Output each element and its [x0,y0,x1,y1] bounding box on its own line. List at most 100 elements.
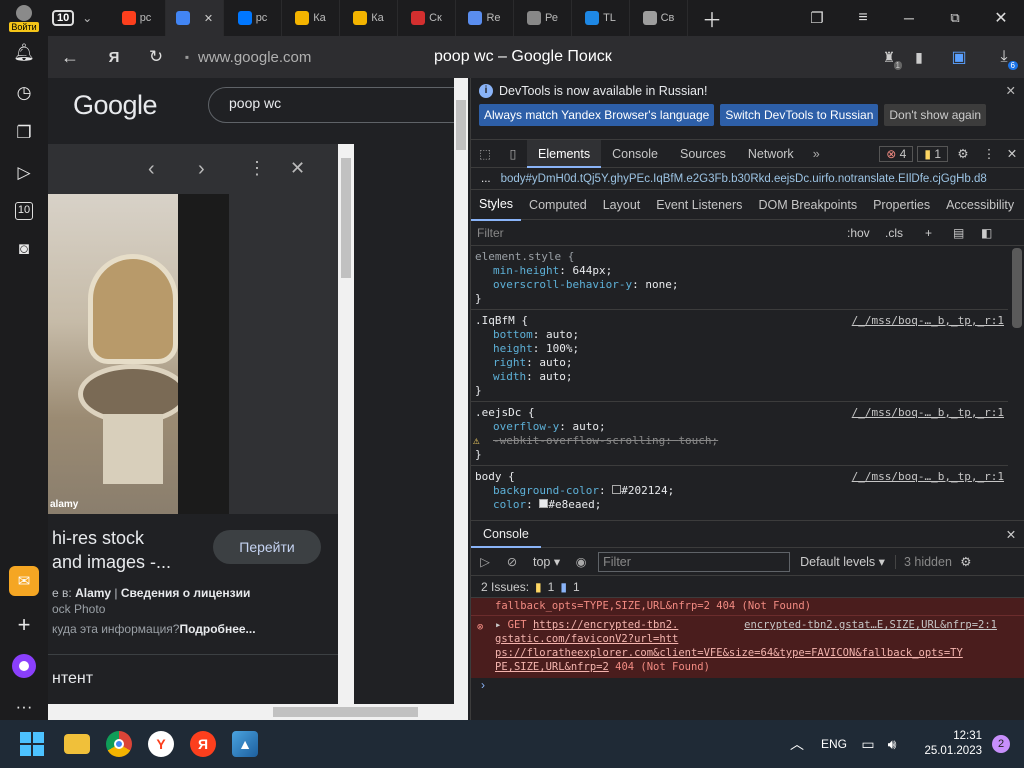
file-explorer-icon[interactable] [64,734,90,754]
console-settings-icon[interactable]: ⚙ [952,554,980,569]
styles-subtab[interactable]: DOM Breakpoints [750,190,865,220]
browser-tab[interactable]: Ре [514,0,572,36]
always-match-button[interactable]: Always match Yandex Browser's language [479,104,715,126]
browser-tab[interactable]: Ск [398,0,456,36]
warning-counter[interactable]: ▮ 1 [917,145,948,162]
device-toolbar-icon[interactable]: ▯ [499,146,527,161]
banner-close-icon[interactable]: ✕ [1006,83,1016,98]
rule-property[interactable]: right: auto; [475,356,1004,370]
error-counter[interactable]: ⊗ 4 [879,145,914,162]
dont-show-button[interactable]: Don't show again [884,104,987,126]
hov-toggle[interactable]: :hov [847,226,885,240]
page-vertical-scrollbar[interactable] [454,78,468,720]
new-rule-icon[interactable]: + [925,226,953,240]
style-rule[interactable]: body {/_/mss/boq-…_b,_tp,_r:1 background-… [471,466,1008,512]
bell-icon[interactable]: 🔔︎ [13,42,35,64]
context-select[interactable]: top ▾ [525,554,568,569]
rule-property[interactable]: overflow-y: auto; [475,420,1004,434]
rule-property[interactable]: min-height: 644px; [475,264,1004,278]
more-options-icon[interactable]: ⋮ [248,158,266,179]
close-icon[interactable]: ✕ [290,158,305,179]
profile-button[interactable]: Войти [0,0,48,36]
goto-button[interactable]: Перейти [213,530,321,564]
styles-subtab[interactable]: Computed [521,190,595,220]
color-swatch[interactable] [612,485,622,494]
more-link[interactable]: Подробнее... [179,622,255,636]
rule-property[interactable]: bottom: auto; [475,328,1004,342]
result-title[interactable]: hi-res stock and images -... [52,526,171,574]
computed-toggle-icon[interactable]: ▤ [953,226,981,240]
google-logo[interactable]: Google [73,90,158,121]
play-icon[interactable]: ▷ [13,162,35,184]
console-filter-input[interactable]: Filter [598,551,791,572]
mail-icon[interactable]: ✉ [9,566,39,596]
settings-icon[interactable]: ⚙ [948,146,978,161]
styles-subtab[interactable]: Properties [865,190,938,220]
levels-select[interactable]: Default levels ▾ [790,554,895,569]
rule-source-link[interactable]: /_/mss/boq-…_b,_tp,_r:1 [852,406,1004,420]
search-input[interactable]: poop wc [208,87,468,123]
styles-filter-input[interactable]: Filter [477,226,847,240]
new-tab-button[interactable]: ＋ [696,0,728,36]
style-rule[interactable]: .IqBfM {/_/mss/boq-…_b,_tp,_r:1 bottom: a… [471,310,1008,402]
sidebar-toggle-icon[interactable]: ◧ [981,226,992,240]
minimize-icon[interactable]: ─ [886,10,932,26]
styles-subtab[interactable]: Layout [595,190,649,220]
style-rule[interactable]: .eejsDc {/_/mss/boq-…_b,_tp,_r:1 overflow… [471,402,1008,466]
notification-badge[interactable]: 2 [992,735,1010,753]
browser-tab[interactable]: Ка [282,0,340,36]
browser-tab[interactable]: ✕ [166,0,224,36]
rule-source-link[interactable]: /_/mss/boq-…_b,_tp,_r:1 [852,314,1004,328]
kebab-icon[interactable]: ⋮ [978,146,1000,161]
devtools-tab-console[interactable]: Console [601,140,669,168]
account-icon[interactable]: ▣ [934,47,984,67]
console-drawer-tab[interactable]: Console [471,521,541,548]
preview-image[interactable]: alamy [48,194,229,514]
license-link[interactable]: Сведения о лицензии [121,586,251,600]
sidebar-icon[interactable]: ▷ [471,554,499,569]
collections-icon[interactable]: ❐ [794,9,840,27]
prev-icon[interactable]: ‹ [148,158,155,181]
rule-property[interactable]: color: #e8eaed; [475,498,1004,512]
devtools-tab-sources[interactable]: Sources [669,140,737,168]
devtools-tab-network[interactable]: Network [737,140,805,168]
alice-icon[interactable] [12,654,36,678]
issues-bar[interactable]: 2 Issues: ▮ 1 ▮ 1 [471,576,1024,598]
chevron-up-icon[interactable]: ︿ [782,734,812,754]
log-source-link[interactable]: encrypted-tbn2.gstat…E,SIZE,URL&nfrp=2:1 [744,618,997,632]
tabs-counter-icon[interactable]: 10 [15,202,33,220]
dom-breadcrumb[interactable]: ... body#yDmH0d.tQj5Y.ghyPEc.IqBfM.e2G3F… [471,168,1024,190]
page-horizontal-scrollbar[interactable] [48,704,454,720]
next-icon[interactable]: › [198,158,205,181]
screenshot-icon[interactable]: ◙ [13,238,35,260]
yandex-home-icon[interactable]: Я [92,49,136,66]
tab-close-icon[interactable]: ✕ [204,12,213,25]
rule-property[interactable]: overscroll-behavior-y: none; [475,278,1004,292]
rule-property[interactable]: background-color: #202124; [475,484,1004,498]
collections-icon[interactable]: ❐ [13,122,35,144]
log-url-link[interactable]: https://encrypted-tbn2. [533,619,678,631]
clock[interactable]: 12:31 25.01.2023 [904,729,982,759]
lock-icon[interactable]: ▪ [176,50,198,64]
yandex-icon[interactable]: Я [190,731,216,757]
log-url-link-3[interactable]: ps://floratheexplorer.com&client=VFE&siz… [495,646,1021,660]
restore-icon[interactable]: ⧉ [932,10,978,26]
log-url-link-2[interactable]: gstatic.com/faviconV2?url=htt [495,632,1021,646]
styles-subtab[interactable]: Accessibility [938,190,1022,220]
browser-tab[interactable]: Re [456,0,514,36]
download-icon[interactable]: ⤓ 6 [984,48,1024,70]
preview-scrollbar[interactable] [338,144,354,704]
back-icon[interactable]: ← [48,47,92,68]
browser-tab[interactable]: рс [224,0,282,36]
styles-subtab[interactable]: Styles [471,189,522,221]
cls-toggle[interactable]: .cls [885,226,925,240]
switch-russian-button[interactable]: Switch DevTools to Russian [720,104,879,126]
menu-icon[interactable]: ≡ [840,9,886,27]
history-icon[interactable]: ◷ [13,82,35,104]
rule-source-link[interactable]: /_/mss/boq-…_b,_tp,_r:1 [852,470,1004,484]
bookmark-icon[interactable]: ▮ [904,49,934,66]
network-icon[interactable]: ▭ [856,736,880,753]
url-field[interactable]: www.google.com [198,49,398,66]
inspect-icon[interactable]: ⬚ [471,146,499,161]
eye-icon[interactable]: ◉ [568,554,594,569]
